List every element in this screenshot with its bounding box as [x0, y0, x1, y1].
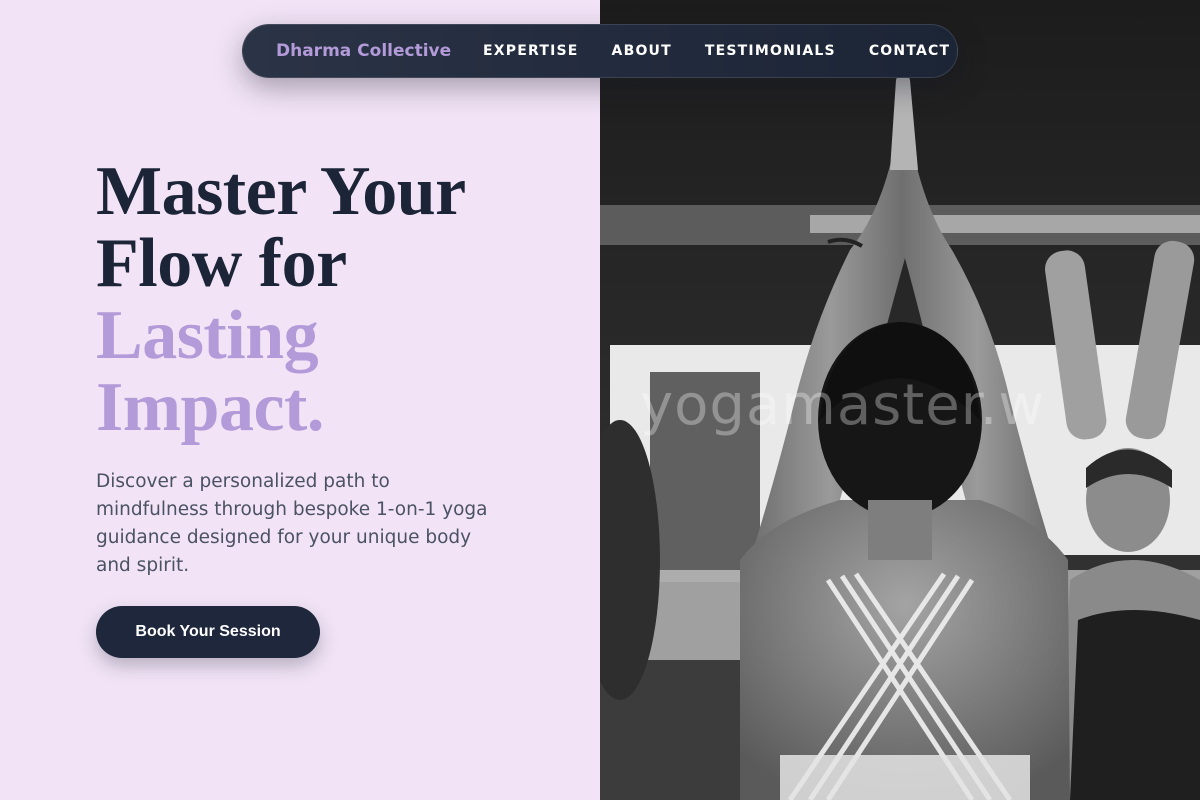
hero-left-panel: Master Your Flow for Lasting Impact. Dis… — [0, 0, 600, 800]
headline-line: Master Your — [96, 153, 466, 230]
book-session-button[interactable]: Book Your Session — [96, 606, 320, 658]
nav-link-about[interactable]: ABOUT — [612, 25, 672, 77]
hero-photo: yogamaster.w — [600, 0, 1200, 800]
hero-headline: Master Your Flow for Lasting Impact. — [96, 156, 576, 444]
brand-logo-link[interactable]: Dharma Collective — [276, 25, 451, 77]
headline-accent-line: Lasting — [96, 297, 319, 374]
nav-link-contact[interactable]: CONTACT — [869, 25, 950, 77]
top-navbar: Dharma Collective EXPERTISE ABOUT TESTIM… — [242, 24, 958, 78]
nav-link-expertise[interactable]: EXPERTISE — [483, 25, 579, 77]
hero-description: Discover a personalized path to mindfuln… — [96, 471, 488, 576]
watermark-text: yogamaster.w — [640, 373, 1046, 438]
headline-line: Flow for — [96, 225, 347, 302]
headline-accent-line: Impact. — [96, 369, 324, 446]
nav-links: EXPERTISE ABOUT TESTIMONIALS CONTACT — [483, 25, 983, 77]
nav-link-testimonials[interactable]: TESTIMONIALS — [705, 25, 836, 77]
